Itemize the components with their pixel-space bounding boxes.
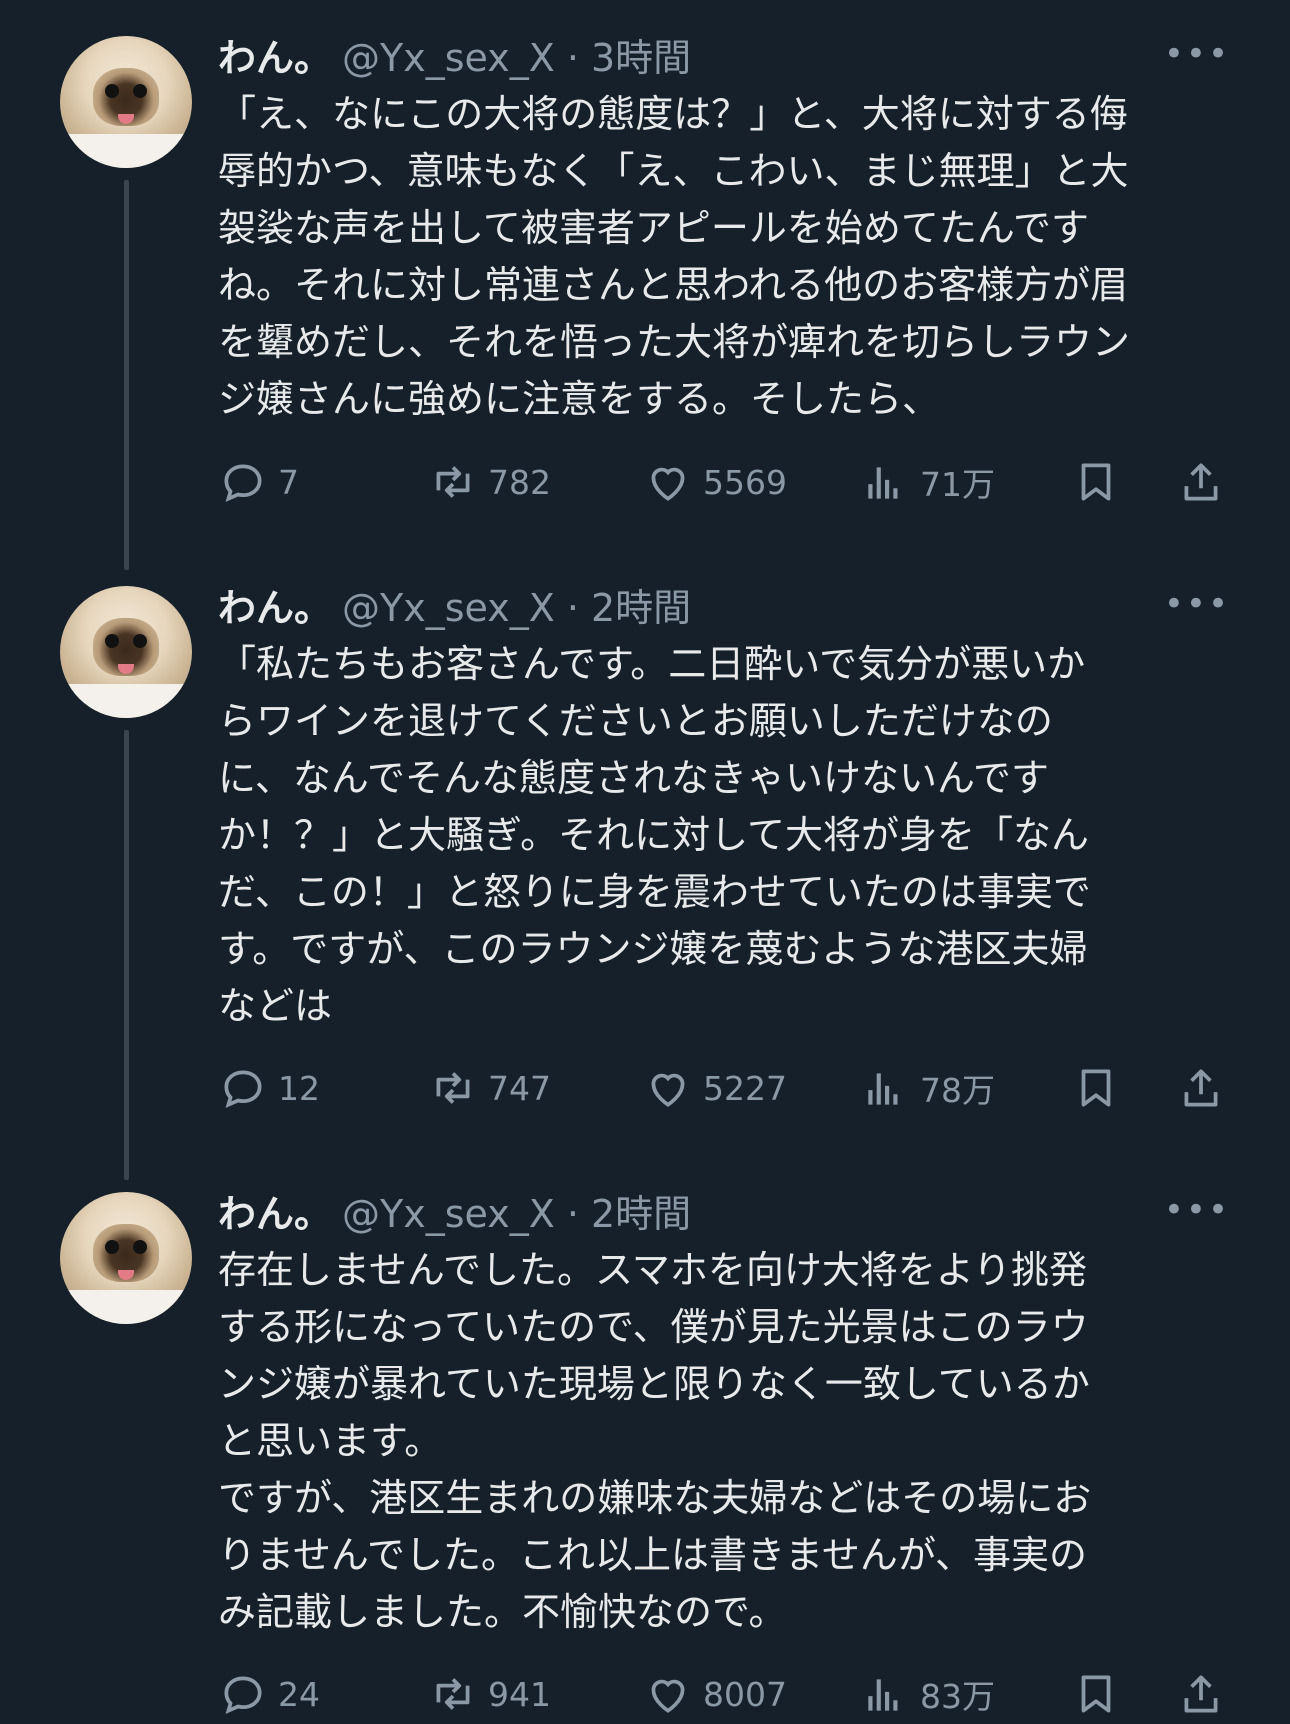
heart-icon bbox=[651, 467, 685, 501]
avatar[interactable] bbox=[60, 1192, 192, 1324]
bookmark-icon bbox=[1081, 1675, 1111, 1713]
bookmark-icon bbox=[1081, 463, 1111, 501]
reply-icon bbox=[224, 464, 262, 502]
retweet-icon bbox=[436, 1072, 470, 1104]
tweet-header: わん。 @Yx_sex_X · 2時間 bbox=[218, 1186, 691, 1236]
like-count: 5227 bbox=[703, 1068, 787, 1108]
reply-count: 24 bbox=[278, 1674, 320, 1714]
views-count: 83万 bbox=[920, 1677, 995, 1716]
tweet[interactable]: わん。 @Yx_sex_X · 2時間 ••• 「私たちもお客さんです。二日酔い… bbox=[0, 550, 1290, 1110]
views-button[interactable]: 78万 bbox=[860, 1058, 995, 1118]
retweet-count: 941 bbox=[488, 1674, 551, 1714]
reply-icon bbox=[224, 1070, 262, 1108]
views-count: 78万 bbox=[920, 1071, 995, 1110]
handle-time[interactable]: @Yx_sex_X · 2時間 bbox=[342, 577, 691, 632]
share-button[interactable] bbox=[1176, 1058, 1226, 1118]
tweet-header: わん。 @Yx_sex_X · 2時間 bbox=[218, 580, 691, 630]
handle-time[interactable]: @Yx_sex_X · 3時間 bbox=[342, 27, 691, 82]
views-icon bbox=[868, 1679, 898, 1711]
views-icon bbox=[868, 467, 898, 499]
like-button[interactable]: 5569 bbox=[643, 452, 787, 512]
reply-count: 7 bbox=[278, 462, 299, 502]
bookmark-button[interactable] bbox=[1071, 1664, 1121, 1724]
display-name[interactable]: わん。 bbox=[218, 1183, 332, 1238]
handle-time[interactable]: @Yx_sex_X · 2時間 bbox=[342, 1183, 691, 1238]
reply-button[interactable]: 12 bbox=[218, 1058, 320, 1118]
views-button[interactable]: 71万 bbox=[860, 452, 995, 512]
retweet-count: 782 bbox=[488, 462, 551, 502]
retweet-button[interactable]: 941 bbox=[428, 1664, 551, 1724]
retweet-button[interactable]: 782 bbox=[428, 452, 551, 512]
retweet-button[interactable]: 747 bbox=[428, 1058, 551, 1118]
like-button[interactable]: 5227 bbox=[643, 1058, 787, 1118]
tweet-header: わん。 @Yx_sex_X · 3時間 bbox=[218, 30, 691, 80]
tweet-text: 存在しませんでした。スマホを向け大将をより挑発 する形になっていたので、僕が見た… bbox=[218, 1248, 1092, 1634]
action-bar: 7 782 5569 71万 bbox=[218, 452, 1230, 512]
share-icon bbox=[1184, 463, 1218, 501]
like-count: 5569 bbox=[703, 462, 787, 502]
bookmark-button[interactable] bbox=[1071, 452, 1121, 512]
heart-icon bbox=[651, 1679, 685, 1713]
more-icon[interactable]: ••• bbox=[1164, 1190, 1230, 1230]
reply-icon bbox=[224, 1676, 262, 1714]
reply-button[interactable]: 7 bbox=[218, 452, 299, 512]
display-name[interactable]: わん。 bbox=[218, 577, 332, 632]
tweet[interactable]: わん。 @Yx_sex_X · 2時間 ••• 存在しませんでした。スマホを向け… bbox=[0, 1156, 1290, 1724]
views-button[interactable]: 83万 bbox=[860, 1664, 995, 1724]
like-count: 8007 bbox=[703, 1674, 787, 1714]
heart-icon bbox=[651, 1073, 685, 1107]
more-icon[interactable]: ••• bbox=[1164, 584, 1230, 624]
share-button[interactable] bbox=[1176, 1664, 1226, 1724]
bookmark-button[interactable] bbox=[1071, 1058, 1121, 1118]
avatar[interactable] bbox=[60, 36, 192, 168]
display-name[interactable]: わん。 bbox=[218, 27, 332, 82]
action-bar: 12 747 5227 78万 bbox=[218, 1058, 1230, 1118]
like-button[interactable]: 8007 bbox=[643, 1664, 787, 1724]
reply-count: 12 bbox=[278, 1068, 320, 1108]
reply-button[interactable]: 24 bbox=[218, 1664, 320, 1724]
tweet-text: 「私たちもお客さんです。二日酔いで気分が悪いか らワインを退けてくださいとお願い… bbox=[218, 642, 1091, 1028]
tweet-text: 「え、なにこの大将の態度は？」と、大将に対する侮 辱的かつ、意味もなく「え、こわ… bbox=[218, 92, 1131, 421]
views-icon bbox=[868, 1073, 898, 1105]
action-bar: 24 941 8007 83万 bbox=[218, 1664, 1230, 1724]
retweet-count: 747 bbox=[488, 1068, 551, 1108]
retweet-icon bbox=[436, 466, 470, 498]
retweet-icon bbox=[436, 1678, 470, 1710]
tweet[interactable]: わん。 @Yx_sex_X · 3時間 ••• 「え、なにこの大将の態度は？」と… bbox=[0, 0, 1290, 560]
views-count: 71万 bbox=[920, 465, 995, 504]
share-icon bbox=[1184, 1675, 1218, 1713]
share-button[interactable] bbox=[1176, 452, 1226, 512]
avatar[interactable] bbox=[60, 586, 192, 718]
share-icon bbox=[1184, 1069, 1218, 1107]
more-icon[interactable]: ••• bbox=[1164, 34, 1230, 74]
bookmark-icon bbox=[1081, 1069, 1111, 1107]
